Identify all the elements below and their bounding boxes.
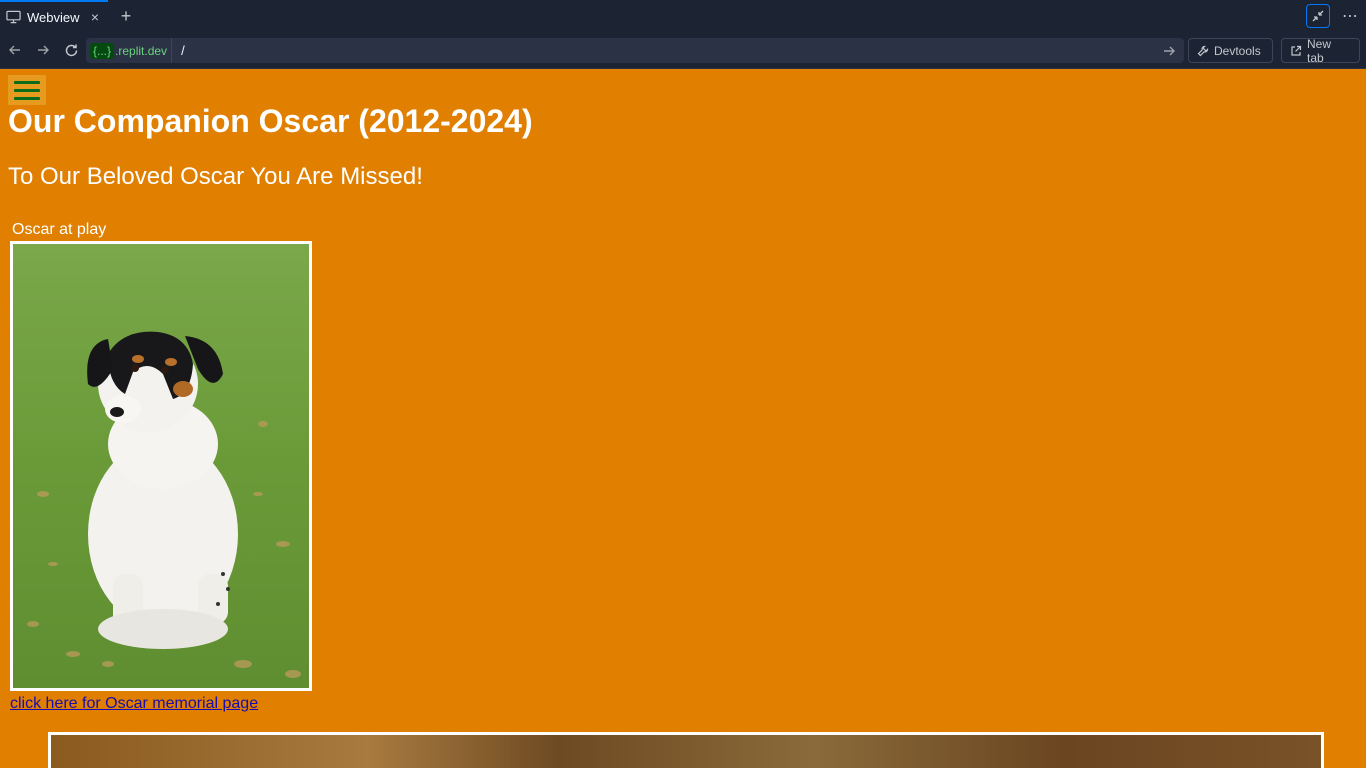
- forward-button[interactable]: [33, 40, 53, 60]
- go-arrow-icon[interactable]: [1162, 44, 1178, 58]
- external-link-icon: [1291, 45, 1302, 56]
- open-new-tab-button[interactable]: New tab: [1281, 36, 1360, 65]
- reload-icon: [65, 44, 77, 56]
- close-tab-icon[interactable]: ×: [88, 9, 102, 25]
- browser-tab-bar: Webview × + ⋯: [0, 0, 1366, 32]
- dog-image: [13, 244, 309, 688]
- browser-address-bar: {...} .replit.dev / Devtools New tab: [0, 32, 1366, 69]
- back-button[interactable]: [5, 40, 25, 60]
- monitor-icon: [6, 10, 21, 24]
- more-options-icon[interactable]: ⋯: [1342, 6, 1358, 26]
- webview-page: Our Companion Oscar (2012-2024) To Our B…: [0, 69, 1366, 768]
- arrow-right-icon: [38, 45, 49, 55]
- page-title: Our Companion Oscar (2012-2024): [8, 103, 533, 139]
- oscar-dog-photo: [10, 241, 312, 691]
- url-field[interactable]: {...} .replit.dev /: [86, 38, 1184, 63]
- memorial-page-link[interactable]: click here for Oscar memorial page: [10, 695, 258, 713]
- reload-button[interactable]: [61, 40, 81, 60]
- tab-webview[interactable]: Webview ×: [0, 0, 108, 32]
- url-path[interactable]: /: [181, 43, 1162, 58]
- tabbar-actions: ⋯: [1306, 4, 1358, 28]
- devtools-label: Devtools: [1214, 43, 1261, 58]
- new-tab-plus-button[interactable]: +: [118, 6, 134, 27]
- hamburger-menu-icon[interactable]: [8, 75, 46, 105]
- photo-caption: Oscar at play: [12, 221, 107, 238]
- arrow-left-icon: [9, 45, 20, 55]
- page-subtitle: To Our Beloved Oscar You Are Missed!: [8, 163, 423, 190]
- devtools-button[interactable]: Devtools: [1188, 38, 1273, 63]
- collapse-arrows-icon: [1312, 10, 1324, 22]
- url-badge: {...}: [90, 42, 115, 59]
- url-domain: .replit.dev: [115, 43, 168, 58]
- url-host: {...} .replit.dev: [86, 38, 173, 63]
- second-photo: [48, 732, 1324, 768]
- tab-label: Webview: [27, 9, 80, 25]
- wrench-icon: [1197, 45, 1209, 56]
- collapse-button[interactable]: [1306, 4, 1330, 28]
- new-tab-label: New tab: [1307, 36, 1332, 65]
